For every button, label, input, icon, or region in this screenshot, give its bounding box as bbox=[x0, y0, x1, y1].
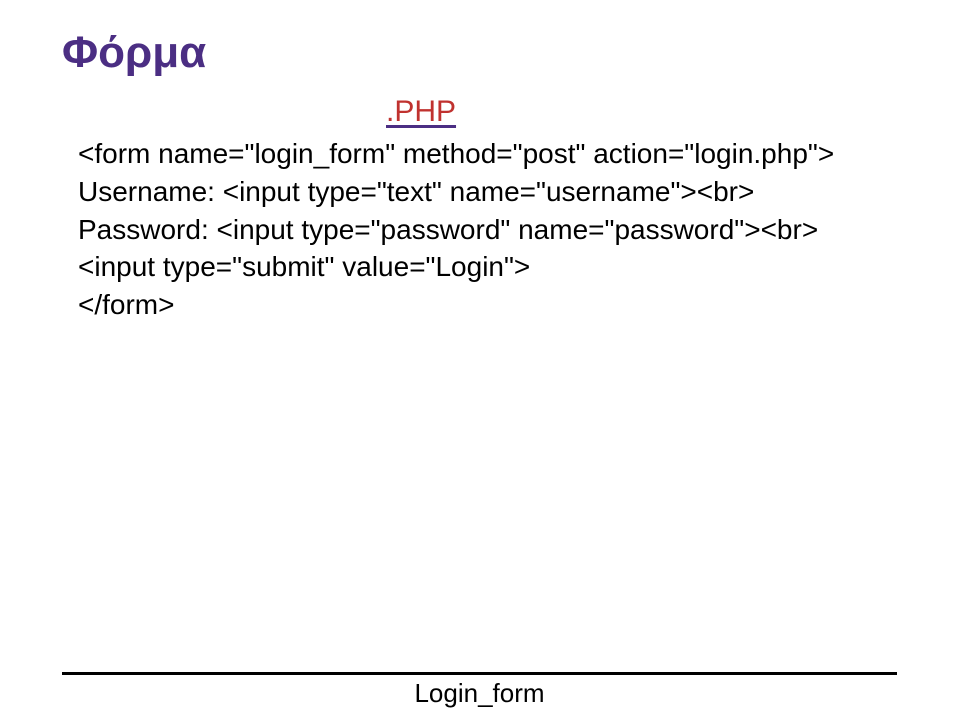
code-line-5: </form> bbox=[78, 289, 174, 320]
footer-label: Login_form bbox=[0, 678, 959, 709]
slide: Φόρμα .PHP <form name="login_form" metho… bbox=[0, 0, 959, 723]
slide-title: Φόρμα bbox=[62, 28, 206, 78]
code-line-2: Username: <input type="text" name="usern… bbox=[78, 176, 754, 207]
code-line-4: <input type="submit" value="Login"> bbox=[78, 251, 530, 282]
code-block: <form name="login_form" method="post" ac… bbox=[78, 135, 834, 324]
footer-divider bbox=[62, 672, 897, 675]
php-label: .PHP bbox=[386, 95, 456, 129]
code-line-3: Password: <input type="password" name="p… bbox=[78, 214, 818, 245]
code-line-1: <form name="login_form" method="post" ac… bbox=[78, 138, 834, 169]
